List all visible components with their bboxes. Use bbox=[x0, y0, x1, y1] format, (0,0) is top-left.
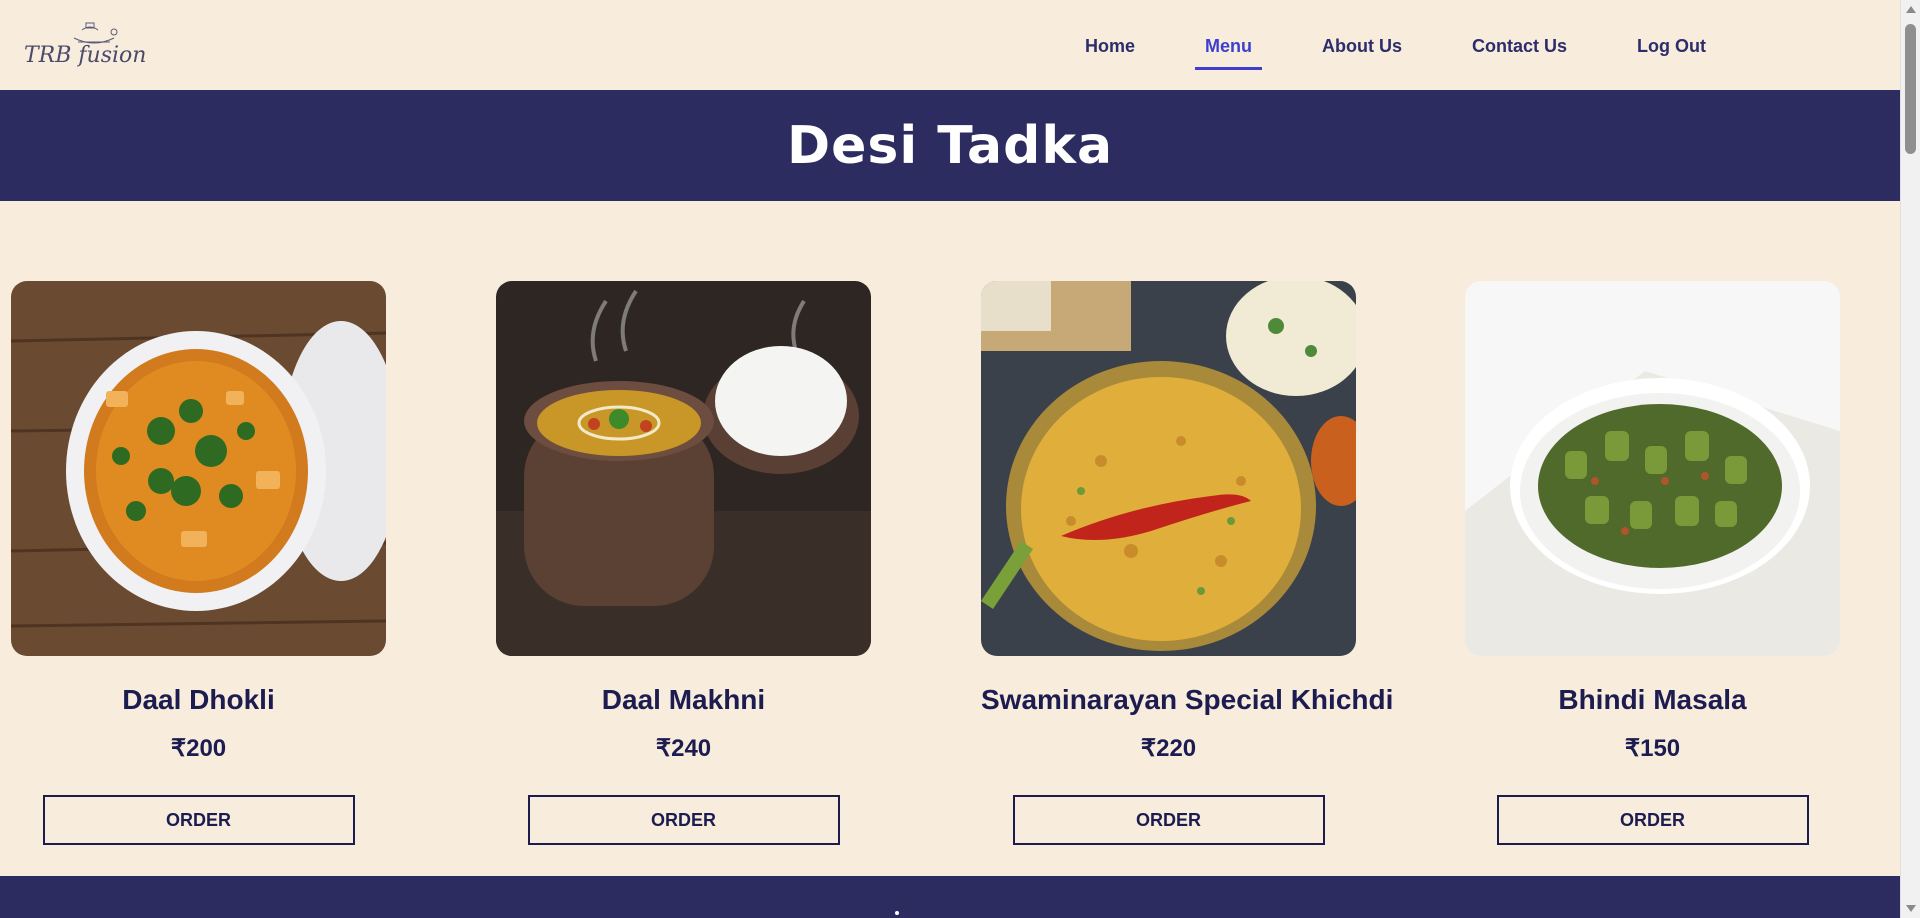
menu-item-price: ₹220 bbox=[1140, 735, 1197, 762]
scrollbar-thumb[interactable] bbox=[1905, 24, 1916, 154]
footer-text-fragment bbox=[895, 911, 899, 915]
menu-item-card: Bhindi Masala ₹150 ORDER bbox=[1465, 281, 1840, 845]
daal-dhokli-image bbox=[11, 281, 386, 656]
menu-item-name: Daal Makhni bbox=[601, 684, 766, 715]
category-banner: Desi Tadka bbox=[0, 90, 1900, 201]
bhindi-masala-image bbox=[1465, 281, 1840, 656]
scroll-down-arrow-icon[interactable] bbox=[1906, 905, 1916, 912]
nav-about-us[interactable]: About Us bbox=[1322, 0, 1402, 90]
menu-item-card: Daal Makhni ₹240 ORDER bbox=[496, 281, 871, 845]
menu-items: Daal Dhokli ₹200 ORDER Daal Makhni ₹240 … bbox=[0, 281, 1900, 851]
menu-item-name: Bhindi Masala bbox=[1558, 684, 1747, 715]
nav-home[interactable]: Home bbox=[1085, 0, 1135, 90]
menu-item-name: Swaminarayan Special Khichdi bbox=[981, 684, 1394, 715]
menu-item-card: Swaminarayan Special Khichdi ₹220 ORDER bbox=[981, 281, 1394, 845]
logo-graphic: TRB fusion bbox=[24, 22, 146, 68]
menu-item-price: ₹240 bbox=[655, 735, 712, 762]
order-button[interactable]: ORDER bbox=[1496, 795, 1809, 845]
order-button[interactable]: ORDER bbox=[42, 795, 355, 845]
nav-links: Home Menu About Us Contact Us Log Out bbox=[1085, 0, 1776, 90]
menu-item-card: Daal Dhokli ₹200 ORDER bbox=[11, 281, 386, 845]
page: TRB fusion Home Menu About Us Contact Us… bbox=[0, 0, 1900, 918]
daal-makhni-image bbox=[496, 281, 871, 656]
menu-item-name: Daal Dhokli bbox=[122, 684, 275, 715]
order-button[interactable]: ORDER bbox=[1012, 795, 1325, 845]
category-title: Desi Tadka bbox=[786, 115, 1114, 176]
nav-contact-us[interactable]: Contact Us bbox=[1472, 0, 1567, 90]
nav-log-out[interactable]: Log Out bbox=[1637, 0, 1706, 90]
khichdi-image bbox=[981, 281, 1356, 656]
nav-menu[interactable]: Menu bbox=[1195, 0, 1263, 90]
menu-item-price: ₹200 bbox=[170, 735, 227, 762]
footer bbox=[0, 876, 1900, 918]
vertical-scrollbar[interactable] bbox=[1900, 0, 1920, 918]
menu-item-price: ₹150 bbox=[1624, 735, 1681, 762]
order-button[interactable]: ORDER bbox=[527, 795, 840, 845]
navbar: TRB fusion Home Menu About Us Contact Us… bbox=[0, 0, 1900, 90]
logo[interactable]: TRB fusion bbox=[24, 20, 164, 72]
logo-text: TRB fusion bbox=[24, 43, 146, 68]
scroll-up-arrow-icon[interactable] bbox=[1906, 6, 1916, 13]
